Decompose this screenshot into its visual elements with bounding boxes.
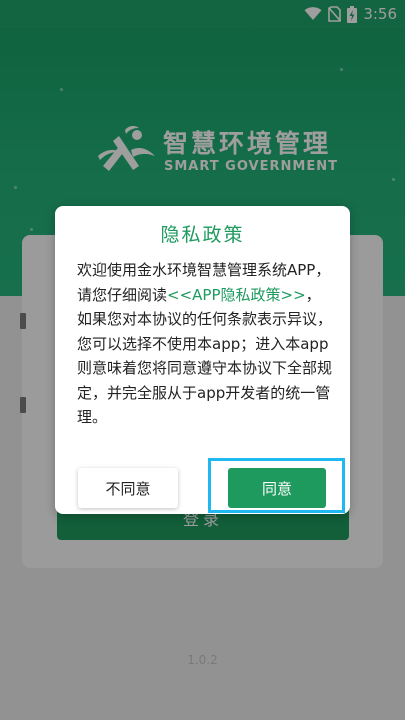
dialog-body: 欢迎使用金水环境智慧管理系统APP，请您仔细阅读<<APP隐私政策>>，如果您对… [77,258,335,430]
privacy-policy-link[interactable]: <<APP隐私政策>> [167,286,306,304]
disagree-button[interactable]: 不同意 [78,468,178,508]
dialog-text-terms: ，如果您对本协议的任何条款表示异议，您可以选择不使用本app；进入本app则意味… [77,285,333,427]
agree-button-highlight [208,458,345,513]
dialog-title: 隐私政策 [160,224,245,246]
